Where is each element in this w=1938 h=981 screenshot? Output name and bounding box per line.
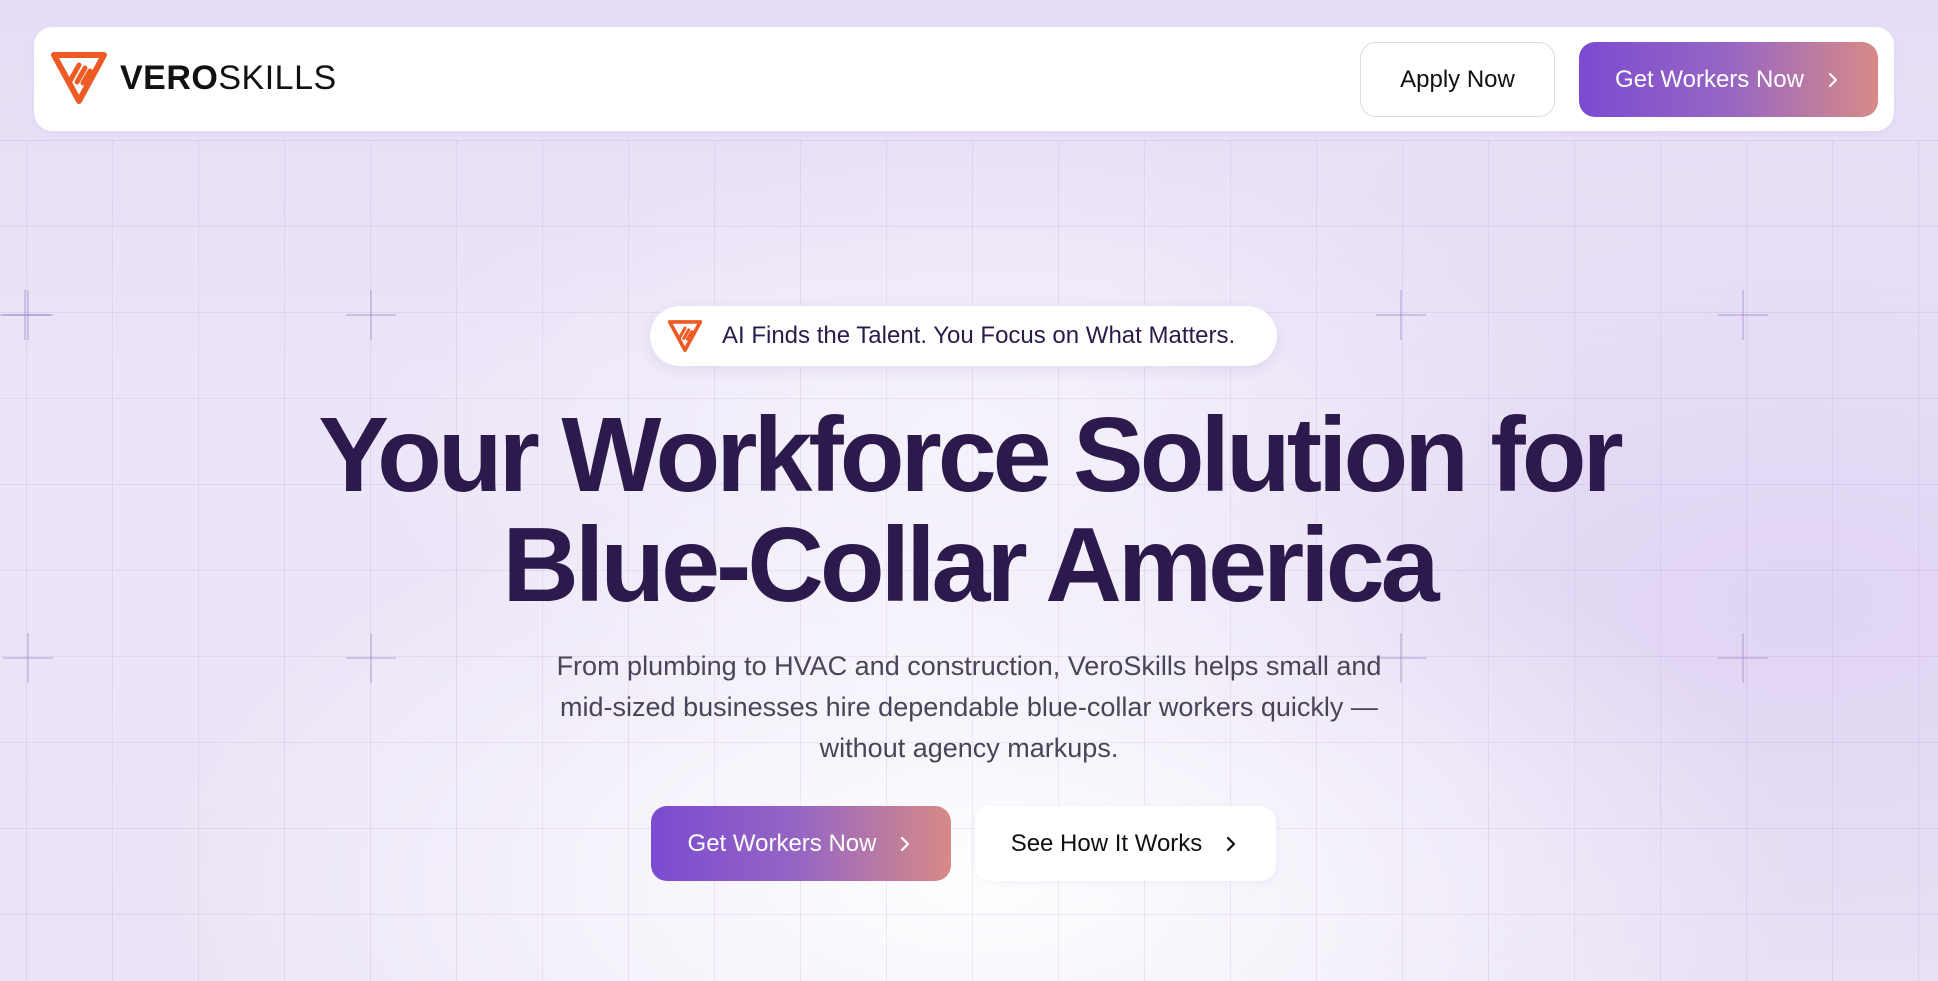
grid-plus-decoration (346, 633, 396, 683)
brand-name-bold: VERO (120, 58, 219, 97)
brand-logo-link[interactable]: VEROSKILLS (48, 49, 337, 107)
apply-now-button[interactable]: Apply Now (1360, 42, 1555, 117)
grid-plus-decoration (1718, 290, 1768, 340)
header-get-workers-button[interactable]: Get Workers Now (1579, 42, 1878, 117)
hero-title: Your Workforce Solution for Blue-Collar … (318, 396, 1623, 624)
chevron-right-icon (1828, 72, 1838, 87)
brand-name-regular: SKILLS (218, 58, 337, 97)
tagline-badge: AI Finds the Talent. You Focus on What M… (650, 306, 1277, 366)
grid-plus-decoration (1376, 290, 1426, 340)
chevron-right-icon (901, 836, 910, 851)
hero-get-workers-button[interactable]: Get Workers Now (651, 806, 951, 881)
brand-wordmark: VEROSKILLS (120, 59, 337, 98)
see-how-it-works-label: See How It Works (1010, 829, 1203, 857)
grid-plus-decoration (3, 290, 53, 340)
grid-plus-decoration (346, 290, 396, 340)
chevron-right-icon (1227, 836, 1236, 851)
grid-plus-decoration (1718, 633, 1768, 683)
hero-get-workers-label: Get Workers Now (687, 829, 877, 857)
site-header: VEROSKILLS Apply Now Get Workers Now (34, 27, 1894, 131)
veroskills-logo-icon (51, 52, 107, 104)
header-get-workers-label: Get Workers Now (1615, 65, 1804, 93)
apply-now-label: Apply Now (1400, 65, 1515, 93)
hero-subtitle: From plumbing to HVAC and construction, … (556, 651, 1382, 763)
veroskills-logo-icon (667, 320, 703, 352)
see-how-it-works-button[interactable]: See How It Works (975, 806, 1276, 881)
tagline-text: AI Finds the Talent. You Focus on What M… (722, 322, 1236, 349)
grid-plus-decoration (3, 633, 53, 683)
